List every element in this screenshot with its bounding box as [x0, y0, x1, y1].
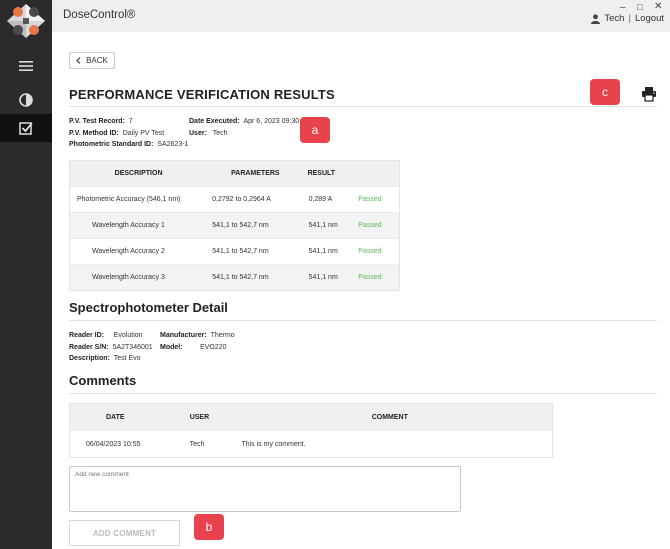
pie-chart-icon: [19, 93, 33, 107]
table-row: Photometric Accuracy (546,1 nm) 0,2792 t…: [70, 186, 399, 212]
app-window: DoseControl® – □ ✕ Tech | Logout BACK PE…: [0, 0, 670, 549]
table-row: Wavelength Accuracy 3 541,1 to 542,7 nm …: [70, 264, 399, 290]
manufacturer: Manufacturer: Thermo: [160, 332, 235, 339]
menu-icon: [19, 61, 33, 71]
header-parameters: PARAMETERS: [231, 170, 280, 177]
row-result: 541,1 nm: [308, 222, 338, 229]
marker-a: a: [300, 117, 330, 143]
spectro-title: Spectrophotometer Detail: [69, 300, 228, 315]
row-result: 541,1 nm: [308, 248, 338, 255]
row-parameters: 541,1 to 542,7 nm: [212, 222, 269, 229]
row-parameters: 541,1 to 542,7 nm: [212, 248, 269, 255]
table-row: Wavelength Accuracy 2 541,1 to 542,7 nm …: [70, 238, 399, 264]
comments-title: Comments: [69, 373, 137, 388]
row-parameters: 0,2792 to 0,2964 A: [212, 196, 271, 203]
title-divider: [69, 106, 657, 107]
add-comment-button[interactable]: ADD COMMENT: [69, 520, 180, 546]
reader-id: Reader ID: Evolution: [69, 332, 143, 339]
row-parameters: 541,1 to 542,7 nm: [212, 274, 269, 281]
row-description: Wavelength Accuracy 2: [92, 248, 165, 255]
row-status: Passed: [358, 248, 382, 255]
row-status: Passed: [358, 222, 382, 229]
main-content: BACK PERFORMANCE VERIFICATION RESULTS c …: [52, 32, 670, 549]
test-record: P.V. Test Record: 7: [69, 118, 133, 125]
header-comment: COMMENT: [371, 413, 408, 421]
method-id: P.V. Method ID: Daily PV Test: [69, 129, 165, 137]
spectro-meta-right: Manufacturer: Thermo Model: EVO220: [160, 330, 235, 353]
spectro-meta-left: Reader ID: Evolution Reader S/N: 5A2T346…: [69, 330, 153, 365]
spectro-divider: [69, 320, 657, 321]
table-row: Wavelength Accuracy 1 541,1 to 542,7 nm …: [70, 212, 399, 238]
header-user: USER: [189, 413, 210, 421]
user-separator: |: [628, 13, 631, 24]
record-user: User: Tech: [189, 129, 228, 137]
sidebar-item-verification[interactable]: [0, 114, 52, 142]
record-meta-right: Date Executed: Apr 6, 2023 09:30 User: T…: [189, 116, 299, 139]
comment-text: This is my comment.: [241, 440, 306, 448]
table-row: 06/04/2023 10:55 Tech This is my comment…: [70, 430, 552, 457]
title-bar: DoseControl® – □ ✕ Tech | Logout: [52, 0, 670, 32]
row-result: 0,289 A: [308, 196, 333, 203]
checkbox-icon: [19, 122, 33, 135]
person-icon: [591, 13, 601, 24]
results-table: DESCRIPTION PARAMETERS RESULT Photometri…: [69, 160, 400, 291]
record-meta-left: P.V. Test Record: 7 P.V. Method ID: Dail…: [69, 116, 188, 151]
close-button[interactable]: ✕: [654, 1, 662, 13]
comments-divider: [69, 393, 657, 394]
reader-description: Description: Test Evo: [69, 355, 141, 362]
maximize-button[interactable]: □: [637, 1, 642, 13]
app-logo-icon: [7, 4, 45, 38]
new-comment-input[interactable]: [69, 466, 461, 512]
sidebar-item-menu[interactable]: [0, 52, 52, 80]
user-area: Tech | Logout: [591, 13, 664, 24]
header-date: DATE: [106, 413, 125, 421]
app-title: DoseControl®: [63, 9, 136, 21]
sidebar-item-dashboard[interactable]: [0, 86, 52, 114]
marker-b: b: [194, 514, 224, 540]
model: Model: EVO220: [160, 343, 227, 351]
print-icon[interactable]: [641, 86, 657, 102]
reader-sn: Reader S/N: 5A2T346001: [69, 343, 153, 351]
date-executed: Date Executed: Apr 6, 2023 09:30: [189, 118, 300, 125]
header-description: DESCRIPTION: [114, 170, 163, 177]
logout-link[interactable]: Logout: [635, 13, 664, 24]
header-result: RESULT: [307, 170, 336, 177]
chevron-left-icon: [76, 57, 81, 64]
marker-c: c: [590, 79, 620, 105]
comments-header: DATE USER COMMENT: [70, 404, 552, 430]
comment-date: 06/04/2023 10:55: [86, 440, 141, 448]
comment-user: Tech: [189, 440, 205, 448]
sidebar: [0, 0, 52, 549]
row-result: 541,1 nm: [308, 274, 338, 281]
comments-table: DATE USER COMMENT 06/04/2023 10:55 Tech …: [69, 403, 553, 458]
page-title: PERFORMANCE VERIFICATION RESULTS: [69, 87, 335, 102]
row-description: Photometric Accuracy (546,1 nm): [77, 196, 181, 203]
row-description: Wavelength Accuracy 3: [92, 274, 165, 281]
back-label: BACK: [86, 56, 108, 65]
photometric-standard-id: Photometric Standard ID: SA2623-1: [69, 141, 189, 148]
row-description: Wavelength Accuracy 1: [92, 222, 165, 229]
back-button[interactable]: BACK: [69, 52, 115, 69]
results-header: DESCRIPTION PARAMETERS RESULT: [70, 161, 399, 186]
row-status: Passed: [358, 196, 382, 203]
user-name: Tech: [604, 13, 625, 24]
row-status: Passed: [358, 274, 382, 281]
